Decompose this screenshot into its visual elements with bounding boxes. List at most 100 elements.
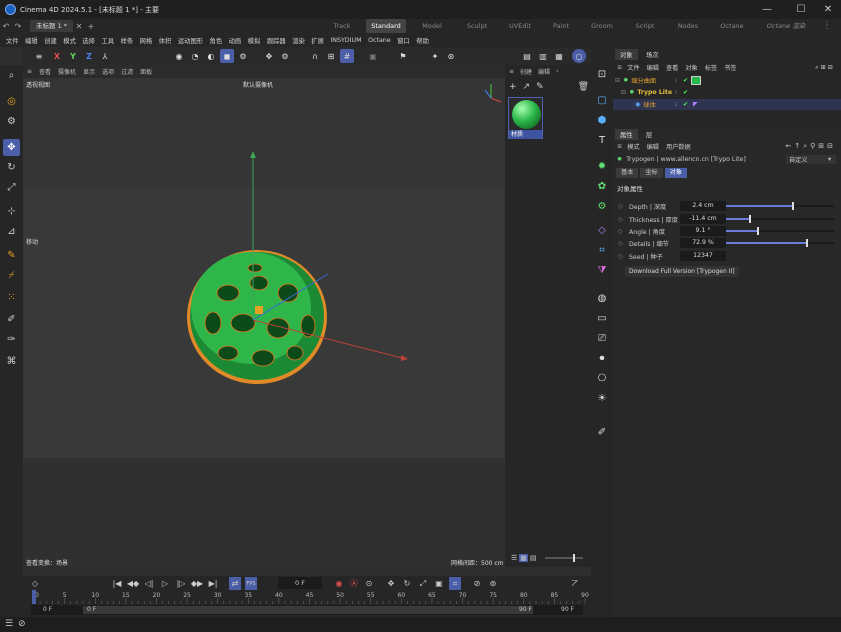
cloner-icon[interactable]: ✿ xyxy=(593,177,611,195)
scale-tool-icon[interactable]: ⤢ xyxy=(3,179,20,196)
list-icon[interactable]: ≡ xyxy=(617,64,622,71)
slider-knob[interactable] xyxy=(791,202,794,210)
visibility-icon[interactable]: ⁝ xyxy=(675,77,677,84)
ws-tab-nodes[interactable]: Nodes xyxy=(673,19,703,33)
material-swatch[interactable]: 材质 xyxy=(508,97,543,139)
viewport-menu-item[interactable]: 摄像机 xyxy=(58,67,76,76)
menu-item[interactable]: 创建 xyxy=(44,36,57,45)
obj-menu-file[interactable]: 文件 xyxy=(627,63,639,72)
record-icon[interactable]: ⏺ xyxy=(593,349,611,367)
phong-tag-icon[interactable]: ◤ xyxy=(693,101,698,108)
obj-menu-bookmarks[interactable]: 书签 xyxy=(724,63,736,72)
param-key-icon[interactable]: ▣ xyxy=(433,577,445,590)
live-select-icon[interactable]: ◎ xyxy=(3,93,20,110)
physics-icon[interactable]: ⊛ xyxy=(444,49,458,63)
menu-item[interactable]: 扩展 xyxy=(311,36,324,45)
current-frame-field[interactable]: 0 F xyxy=(278,577,322,589)
edit-render-icon[interactable]: ◼ xyxy=(220,49,234,63)
list-icon[interactable]: ≡ xyxy=(617,143,622,150)
mat-menu-create[interactable]: 创建 xyxy=(520,67,532,76)
close-tab-icon[interactable]: ✕ xyxy=(73,22,85,31)
menu-item[interactable]: INSYDIUM xyxy=(330,37,361,44)
obj-menu-tags[interactable]: 标签 xyxy=(705,63,717,72)
play-icon[interactable]: ▷ xyxy=(159,577,171,590)
y-axis-toggle[interactable]: Y xyxy=(66,49,80,63)
subtab-object[interactable]: 对象 xyxy=(664,168,688,178)
list-icon[interactable]: ≡ xyxy=(32,49,46,63)
ws-tab-model[interactable]: Model xyxy=(415,19,449,33)
auto-key-icon[interactable]: Ⓐ xyxy=(348,577,360,590)
workplane-icon[interactable]: # xyxy=(340,49,354,63)
attr-menu-mode[interactable]: 模式 xyxy=(627,142,639,151)
locked-icon[interactable]: ▣ xyxy=(366,49,380,63)
visibility-icon[interactable]: ⁝ xyxy=(675,89,677,96)
volume-icon[interactable]: ⧩ xyxy=(593,261,611,279)
search-icon[interactable]: ⌕ xyxy=(3,67,20,84)
ws-tab-sculpt[interactable]: Sculpt xyxy=(460,19,494,33)
snap-icon[interactable]: ✥ xyxy=(262,49,276,63)
render-settings-icon[interactable]: ◐ xyxy=(204,49,218,63)
flag-icon[interactable]: ⚑ xyxy=(396,49,410,63)
ws-tab-paint[interactable]: Paint xyxy=(546,19,576,33)
render-active-icon[interactable]: ◔ xyxy=(188,49,202,63)
param-value-field[interactable]: 9.1 ° xyxy=(680,226,726,236)
octane-icon[interactable]: ○ xyxy=(572,49,586,63)
brush-icon[interactable]: ✐ xyxy=(3,311,20,328)
enabled-check-icon[interactable]: ✔ xyxy=(683,77,688,84)
search-icon[interactable]: ⌕⊞⊟ xyxy=(815,64,835,72)
tab-layers[interactable]: 层 xyxy=(641,129,657,140)
snap-settings-icon[interactable]: ⚙ xyxy=(278,49,292,63)
ws-tab-script[interactable]: Script xyxy=(630,19,660,33)
field-icon[interactable]: ⌗ xyxy=(593,241,611,259)
range-end[interactable]: 90 F xyxy=(561,605,574,615)
object-row[interactable]: ⊟ ✹ Trypo Lite ⁝ ✔ xyxy=(613,87,841,98)
ws-tab-track[interactable]: Track xyxy=(325,19,359,33)
range-start-inner[interactable]: 0 F xyxy=(87,605,96,615)
param-value-field[interactable]: 2.4 cm xyxy=(680,201,726,211)
ws-tab-groom[interactable]: Groom xyxy=(587,19,617,33)
slider-knob[interactable] xyxy=(806,239,808,247)
keyframe-icon[interactable]: ◇ xyxy=(29,577,41,590)
ws-tab-octane-render[interactable]: Octane 渲染 xyxy=(760,19,812,33)
menu-item[interactable]: 网格 xyxy=(140,36,153,45)
timeline-ruler[interactable]: 0 5 10 15 20 25 30 35 40 45 50 55 60 65 70 75 80 85 90 xyxy=(23,590,591,604)
subtab-coords[interactable]: 坐标 xyxy=(640,168,663,178)
tab-takes[interactable]: 场次 xyxy=(641,49,664,60)
range-bar[interactable]: 0 F 0 F 90 F 90 F xyxy=(31,605,583,615)
visibility-icon[interactable]: ⁝ xyxy=(675,101,677,108)
obj-menu-edit[interactable]: 编辑 xyxy=(647,63,659,72)
range-end-inner[interactable]: 90 F xyxy=(519,605,532,615)
viewport[interactable]: 透视视图 默认摄像机 移动 查看变换：场景 网格间距：500 cm xyxy=(23,78,505,567)
range-slider[interactable] xyxy=(83,606,533,614)
slider-knob[interactable] xyxy=(748,215,751,223)
menu-item[interactable]: 跟踪器 xyxy=(267,36,286,45)
menu-item[interactable]: 渲染 xyxy=(292,36,305,45)
spline-pen-icon[interactable]: ✎ xyxy=(3,247,20,264)
camera-icon[interactable]: ⎚ xyxy=(593,329,611,347)
menu-item[interactable]: 选择 xyxy=(82,36,95,45)
scene-icon[interactable]: ▭ xyxy=(593,309,611,327)
next-frame-icon[interactable]: |▷ xyxy=(175,577,187,590)
film-icon[interactable]: ▤ xyxy=(520,49,534,63)
playhead[interactable] xyxy=(32,590,36,604)
next-key-icon[interactable]: ◆▶ xyxy=(191,577,203,590)
transform-icon[interactable]: ⊹ xyxy=(3,203,20,220)
minimize-button[interactable]: — xyxy=(752,0,782,19)
menu-item[interactable]: 模拟 xyxy=(248,36,261,45)
viewport-menu-item[interactable]: 选项 xyxy=(102,67,114,76)
knife-icon[interactable]: ⌿ xyxy=(3,267,20,284)
arrow-icon[interactable]: ↗ xyxy=(523,82,531,92)
tab-attributes[interactable]: 属性 xyxy=(615,129,638,140)
menu-item[interactable]: Octane xyxy=(368,37,391,44)
subdivision-icon[interactable]: ✹ xyxy=(593,157,611,175)
menu-item[interactable]: 工具 xyxy=(101,36,114,45)
maximize-button[interactable]: ☐ xyxy=(786,0,816,19)
param-value-field[interactable]: -11.4 cm xyxy=(680,214,726,224)
ws-tab-uvedit[interactable]: UVEdit xyxy=(503,19,537,33)
goto-start-icon[interactable]: |◀ xyxy=(111,577,123,590)
points-mode-icon[interactable]: ⁙ xyxy=(3,289,20,306)
obj-menu-view[interactable]: 查看 xyxy=(666,63,678,72)
z-axis-toggle[interactable]: Z xyxy=(82,49,96,63)
text-icon[interactable]: T xyxy=(593,131,611,149)
scale-key-icon[interactable]: ⤢ xyxy=(417,577,429,590)
